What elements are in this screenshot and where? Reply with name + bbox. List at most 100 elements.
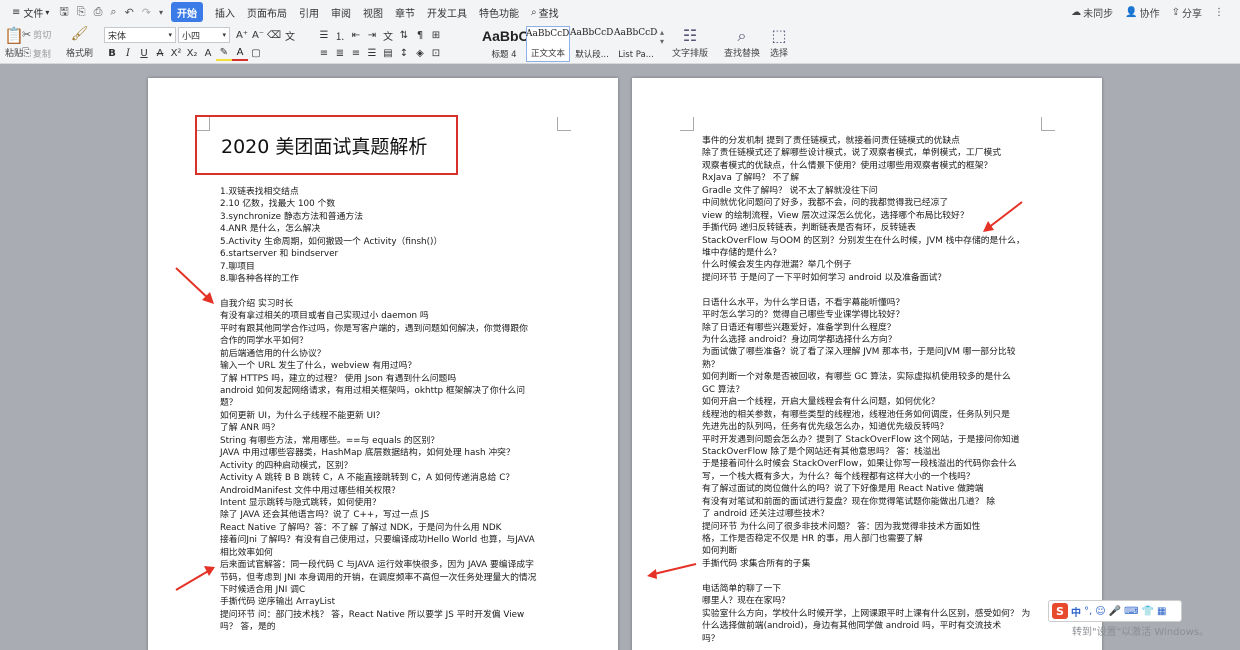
- tab-start[interactable]: 开始: [171, 2, 204, 22]
- font-size-select[interactable]: 小四 ▾: [178, 27, 230, 43]
- export-icon[interactable]: ⎘: [73, 2, 90, 22]
- sogou-logo-icon: S: [1052, 603, 1068, 619]
- align-left-icon[interactable]: ≡: [316, 45, 332, 61]
- redo-icon[interactable]: ↷: [138, 2, 155, 22]
- text-line: Activity 的四种启动模式，区别？: [220, 460, 353, 471]
- tab-references[interactable]: 引用: [293, 2, 325, 22]
- justify-icon[interactable]: ☰: [364, 45, 380, 61]
- quick-access-more-icon[interactable]: ▾: [155, 2, 167, 22]
- font-size-tools: A⁺ A⁻ ⌫ 文: [234, 27, 298, 43]
- phonetic-icon[interactable]: 文: [282, 27, 298, 43]
- tab-page-layout[interactable]: 页面布局: [241, 2, 293, 22]
- text-line: 手撕代码 求集合所有的子集: [702, 558, 811, 569]
- document-title: 2020 美团面试真题解析: [221, 135, 428, 158]
- numbered-list-icon[interactable]: ⒈: [332, 27, 348, 43]
- outdent-icon[interactable]: ⇤: [348, 27, 364, 43]
- text-line: 后来面试官解答：同一段代码 C 与JAVA 运行效率快很多，因为 JAVA 要编…: [220, 560, 534, 571]
- margin-marker: [557, 117, 571, 131]
- more-icon[interactable]: ⋮: [1208, 2, 1230, 22]
- keyboard-icon[interactable]: ⌨: [1124, 606, 1138, 617]
- text-line: 2.10 亿数，找最大 100 个数: [220, 199, 336, 210]
- font-color-icon[interactable]: A: [232, 45, 248, 61]
- file-menu[interactable]: ≡ 文件 ▾: [6, 2, 55, 22]
- shading-icon[interactable]: ◈: [412, 45, 428, 61]
- format-painter-button[interactable]: 🖌 格式刷: [66, 26, 93, 59]
- style-list-paragraph[interactable]: AaBbCcDd List Pa...: [614, 26, 658, 62]
- indent-icon[interactable]: ⇥: [364, 27, 380, 43]
- brush-icon: 🖌: [70, 26, 89, 42]
- subscript-button[interactable]: X₂: [184, 45, 200, 61]
- highlight-icon[interactable]: ✎: [216, 45, 232, 61]
- font-name-select[interactable]: 宋体 ▾: [104, 27, 176, 43]
- align-center-icon[interactable]: ≣: [332, 45, 348, 61]
- style-default-paragraph[interactable]: AaBbCcDd 默认段...: [570, 26, 614, 62]
- tab-view[interactable]: 视图: [357, 2, 389, 22]
- sort-icon[interactable]: ⇅: [396, 27, 412, 43]
- select-button[interactable]: ⬚ 选择: [770, 26, 788, 59]
- clipboard-icon: 📋: [4, 26, 24, 45]
- show-marks-icon[interactable]: ¶: [412, 27, 428, 43]
- underline-button[interactable]: U: [136, 45, 152, 61]
- strikethrough-button[interactable]: A: [152, 45, 168, 61]
- style-body-text[interactable]: AaBbCcDd 正文文本: [526, 26, 570, 62]
- text-line: GC 算法？: [702, 384, 745, 395]
- table-grid-icon[interactable]: ⊞: [428, 27, 444, 43]
- char-border-icon[interactable]: ▢: [248, 45, 264, 61]
- tab-insert[interactable]: 插入: [209, 2, 241, 22]
- align-right-icon[interactable]: ≡: [348, 45, 364, 61]
- clear-format-icon[interactable]: ⌫: [266, 27, 282, 43]
- cut-button[interactable]: ✂ 剪切: [22, 28, 51, 41]
- share-button[interactable]: ⇪ 分享: [1166, 2, 1208, 22]
- save-icon[interactable]: 🖫: [55, 2, 72, 22]
- emoji-icon[interactable]: ☺: [1095, 606, 1105, 617]
- text-line: 堆中存储的是什么？: [702, 247, 782, 258]
- print-preview-icon[interactable]: ⌕: [106, 2, 120, 22]
- styles-gallery-expand-icon[interactable]: ▴ ▾: [660, 28, 664, 46]
- line-spacing-icon[interactable]: ↕: [396, 45, 412, 61]
- find-replace-button[interactable]: ⌕ 查找替换: [724, 26, 760, 59]
- superscript-button[interactable]: X²: [168, 45, 184, 61]
- copy-button[interactable]: ⎘ 复制: [22, 46, 51, 60]
- undo-icon[interactable]: ↶: [121, 2, 138, 22]
- shrink-font-icon[interactable]: A⁻: [250, 27, 266, 43]
- text-line: [702, 570, 1030, 582]
- chinese-layout-icon[interactable]: 文: [380, 27, 396, 43]
- text-line: 了 android 还关注过哪些技术？: [702, 509, 829, 520]
- text-line: 节码，但考虑到 JNI 本身调用的开销，在调度频率不高但一次任务处理量大的情况: [220, 572, 537, 583]
- borders-icon[interactable]: ⊡: [428, 45, 444, 61]
- collab-button[interactable]: 👤 协作: [1119, 2, 1165, 22]
- align-tools: ≡ ≣ ≡ ☰ ▤ ↕ ◈ ⊡: [316, 45, 444, 61]
- paste-button[interactable]: 📋 粘贴: [4, 26, 24, 59]
- bold-button[interactable]: B: [104, 45, 120, 61]
- italic-button[interactable]: I: [120, 45, 136, 61]
- search-icon: ⌕: [531, 6, 537, 18]
- annotation-arrow: [983, 201, 1023, 232]
- document-page-right[interactable]: 事件的分发机制 提到了责任链模式，就接着问责任链模式的优缺点 除了责任链模式还了解…: [632, 78, 1102, 650]
- tab-features[interactable]: 特色功能: [473, 2, 525, 22]
- distribute-icon[interactable]: ▤: [380, 45, 396, 61]
- text-line: 提问环节 问：部门技术栈？ 答，React Native 所以要学 JS 平时开…: [220, 609, 525, 620]
- tab-review[interactable]: 审阅: [325, 2, 357, 22]
- print-icon[interactable]: ⎙: [90, 2, 107, 22]
- skin-icon[interactable]: 👕: [1142, 606, 1154, 617]
- sync-status-button[interactable]: ☁ 未同步: [1065, 2, 1119, 22]
- grow-font-icon[interactable]: A⁺: [234, 27, 250, 43]
- text-layout-button[interactable]: ☷ 文字排版: [672, 26, 708, 59]
- text-line: android 如何发起网络请求，有用过相关框架吗，okhttp 框架解决了你什…: [220, 386, 526, 396]
- text-line: 观察者模式的优缺点，什么情景下使用？使用过哪些用观察者模式的框架？: [702, 160, 993, 171]
- text-line: 除了 JAVA 还会其他语言吗？说了 C++，写过一点 JS: [220, 510, 430, 521]
- bullet-list-icon[interactable]: ☰: [316, 27, 332, 43]
- search-button[interactable]: ⌕ 查找: [525, 2, 565, 22]
- text-line: 写，一个栈大概有多大，为什么？每个线程都有这样大小的一个栈吗？: [702, 471, 975, 482]
- tab-developer[interactable]: 开发工具: [421, 2, 473, 22]
- text-line: 日语什么水平，为什么学日语，不看字幕能听懂吗？: [702, 297, 905, 308]
- tools-icon[interactable]: ▦: [1157, 606, 1166, 617]
- effects-icon[interactable]: A: [200, 45, 216, 61]
- mic-icon[interactable]: 🎤: [1109, 606, 1121, 617]
- style-heading4[interactable]: AaBbC 标题 4: [482, 26, 526, 62]
- ime-toolbar[interactable]: S 中 °, ☺ 🎤 ⌨ 👕 ▦: [1048, 600, 1182, 622]
- tab-chapter[interactable]: 章节: [389, 2, 421, 22]
- punctuation-icon[interactable]: °,: [1084, 606, 1092, 617]
- text-line: 了解 ANR 吗？: [220, 423, 280, 434]
- text-line: 吗？: [702, 633, 720, 644]
